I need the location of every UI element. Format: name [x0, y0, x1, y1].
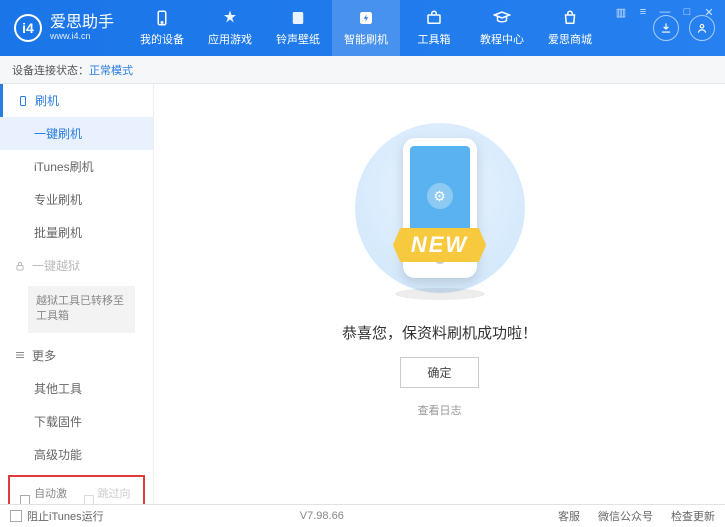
- ringtone-icon: [289, 9, 307, 27]
- footer-support-link[interactable]: 客服: [558, 508, 580, 524]
- section-label: 更多: [32, 347, 56, 364]
- checkbox-label: 跳过向导: [98, 485, 133, 504]
- nav-my-device[interactable]: 我的设备: [128, 0, 196, 56]
- sidebar-item-other-tools[interactable]: 其他工具: [0, 372, 153, 405]
- menu-icon[interactable]: ≡: [635, 4, 651, 20]
- apps-icon: [221, 9, 239, 27]
- section-label: 一键越狱: [32, 257, 80, 274]
- sidebar-item-advanced[interactable]: 高级功能: [0, 438, 153, 471]
- status-label: 设备连接状态：: [12, 62, 89, 78]
- block-itunes-checkbox[interactable]: 阻止iTunes运行: [10, 508, 104, 524]
- checkbox-label: 阻止iTunes运行: [27, 508, 104, 524]
- flash-icon: [357, 9, 375, 27]
- lock-icon: [14, 260, 26, 272]
- footer-update-link[interactable]: 检查更新: [671, 508, 715, 524]
- view-log-link[interactable]: 查看日志: [418, 402, 462, 418]
- sidebar-item-batch-flash[interactable]: 批量刷机: [0, 216, 153, 249]
- ok-button[interactable]: 确定: [400, 357, 478, 388]
- skin-icon[interactable]: ▥: [613, 4, 629, 20]
- gear-icon: ⚙: [427, 183, 453, 209]
- store-icon: [561, 9, 579, 27]
- nav-label: 应用游戏: [208, 31, 252, 47]
- section-label: 刷机: [35, 92, 59, 109]
- nav-smart-flash[interactable]: 智能刷机: [332, 0, 400, 56]
- nav-label: 铃声壁纸: [276, 31, 320, 47]
- skip-guide-checkbox[interactable]: 跳过向导: [84, 485, 134, 504]
- options-row: 自动激活 跳过向导: [8, 475, 145, 504]
- nav-label: 爱思商城: [548, 31, 592, 47]
- brand-url: www.i4.cn: [50, 32, 114, 42]
- minimize-icon[interactable]: —: [657, 4, 673, 20]
- sidebar-section-jailbreak: 一键越狱: [0, 249, 153, 282]
- toolbox-icon: [425, 9, 443, 27]
- footer: 阻止iTunes运行 V7.98.66 客服 微信公众号 检查更新: [0, 504, 725, 527]
- jailbreak-tip: 越狱工具已转移至工具箱: [28, 286, 135, 333]
- nav-apps[interactable]: 应用游戏: [196, 0, 264, 56]
- sidebar-section-more[interactable]: 更多: [0, 339, 153, 372]
- nav-store[interactable]: 爱思商城: [536, 0, 604, 56]
- tutorial-icon: [493, 9, 511, 27]
- footer-wechat-link[interactable]: 微信公众号: [598, 508, 653, 524]
- main-nav: 我的设备 应用游戏 铃声壁纸 智能刷机 工具箱 教程中心 爱思商城: [128, 0, 604, 56]
- nav-label: 我的设备: [140, 31, 184, 47]
- sidebar-item-oneclick-flash[interactable]: 一键刷机: [0, 117, 153, 150]
- device-icon: [153, 9, 171, 27]
- main-panel: ⚙ NEW 恭喜您，保资料刷机成功啦！ 确定 查看日志: [154, 84, 725, 504]
- brand-logo: i4 爱思助手 www.i4.cn: [0, 14, 128, 42]
- list-icon: [14, 349, 26, 361]
- status-bar: 设备连接状态： 正常模式: [0, 56, 725, 84]
- sidebar-item-itunes-flash[interactable]: iTunes刷机: [0, 150, 153, 183]
- auto-activate-checkbox[interactable]: 自动激活: [20, 485, 70, 504]
- nav-label: 教程中心: [480, 31, 524, 47]
- sidebar-item-download-fw[interactable]: 下载固件: [0, 405, 153, 438]
- logo-icon: i4: [14, 14, 42, 42]
- new-ribbon: NEW: [393, 228, 486, 262]
- sidebar-item-pro-flash[interactable]: 专业刷机: [0, 183, 153, 216]
- checkbox-label: 自动激活: [34, 485, 69, 504]
- status-mode: 正常模式: [89, 62, 133, 78]
- app-header: i4 爱思助手 www.i4.cn 我的设备 应用游戏 铃声壁纸 智能刷机 工具…: [0, 0, 725, 56]
- success-illustration: ⚙ NEW: [340, 108, 540, 308]
- brand-name: 爱思助手: [50, 14, 114, 32]
- sidebar-section-flash[interactable]: 刷机: [0, 84, 153, 117]
- success-message: 恭喜您，保资料刷机成功啦！: [342, 322, 537, 343]
- phone-icon: [17, 95, 29, 107]
- nav-toolbox[interactable]: 工具箱: [400, 0, 468, 56]
- nav-tutorials[interactable]: 教程中心: [468, 0, 536, 56]
- nav-label: 工具箱: [418, 31, 451, 47]
- close-icon[interactable]: ✕: [701, 4, 717, 20]
- maximize-icon[interactable]: □: [679, 4, 695, 20]
- nav-label: 智能刷机: [344, 31, 388, 47]
- version-label: V7.98.66: [300, 510, 344, 522]
- sidebar: 刷机 一键刷机 iTunes刷机 专业刷机 批量刷机 一键越狱 越狱工具已转移至…: [0, 84, 154, 504]
- nav-ringtones[interactable]: 铃声壁纸: [264, 0, 332, 56]
